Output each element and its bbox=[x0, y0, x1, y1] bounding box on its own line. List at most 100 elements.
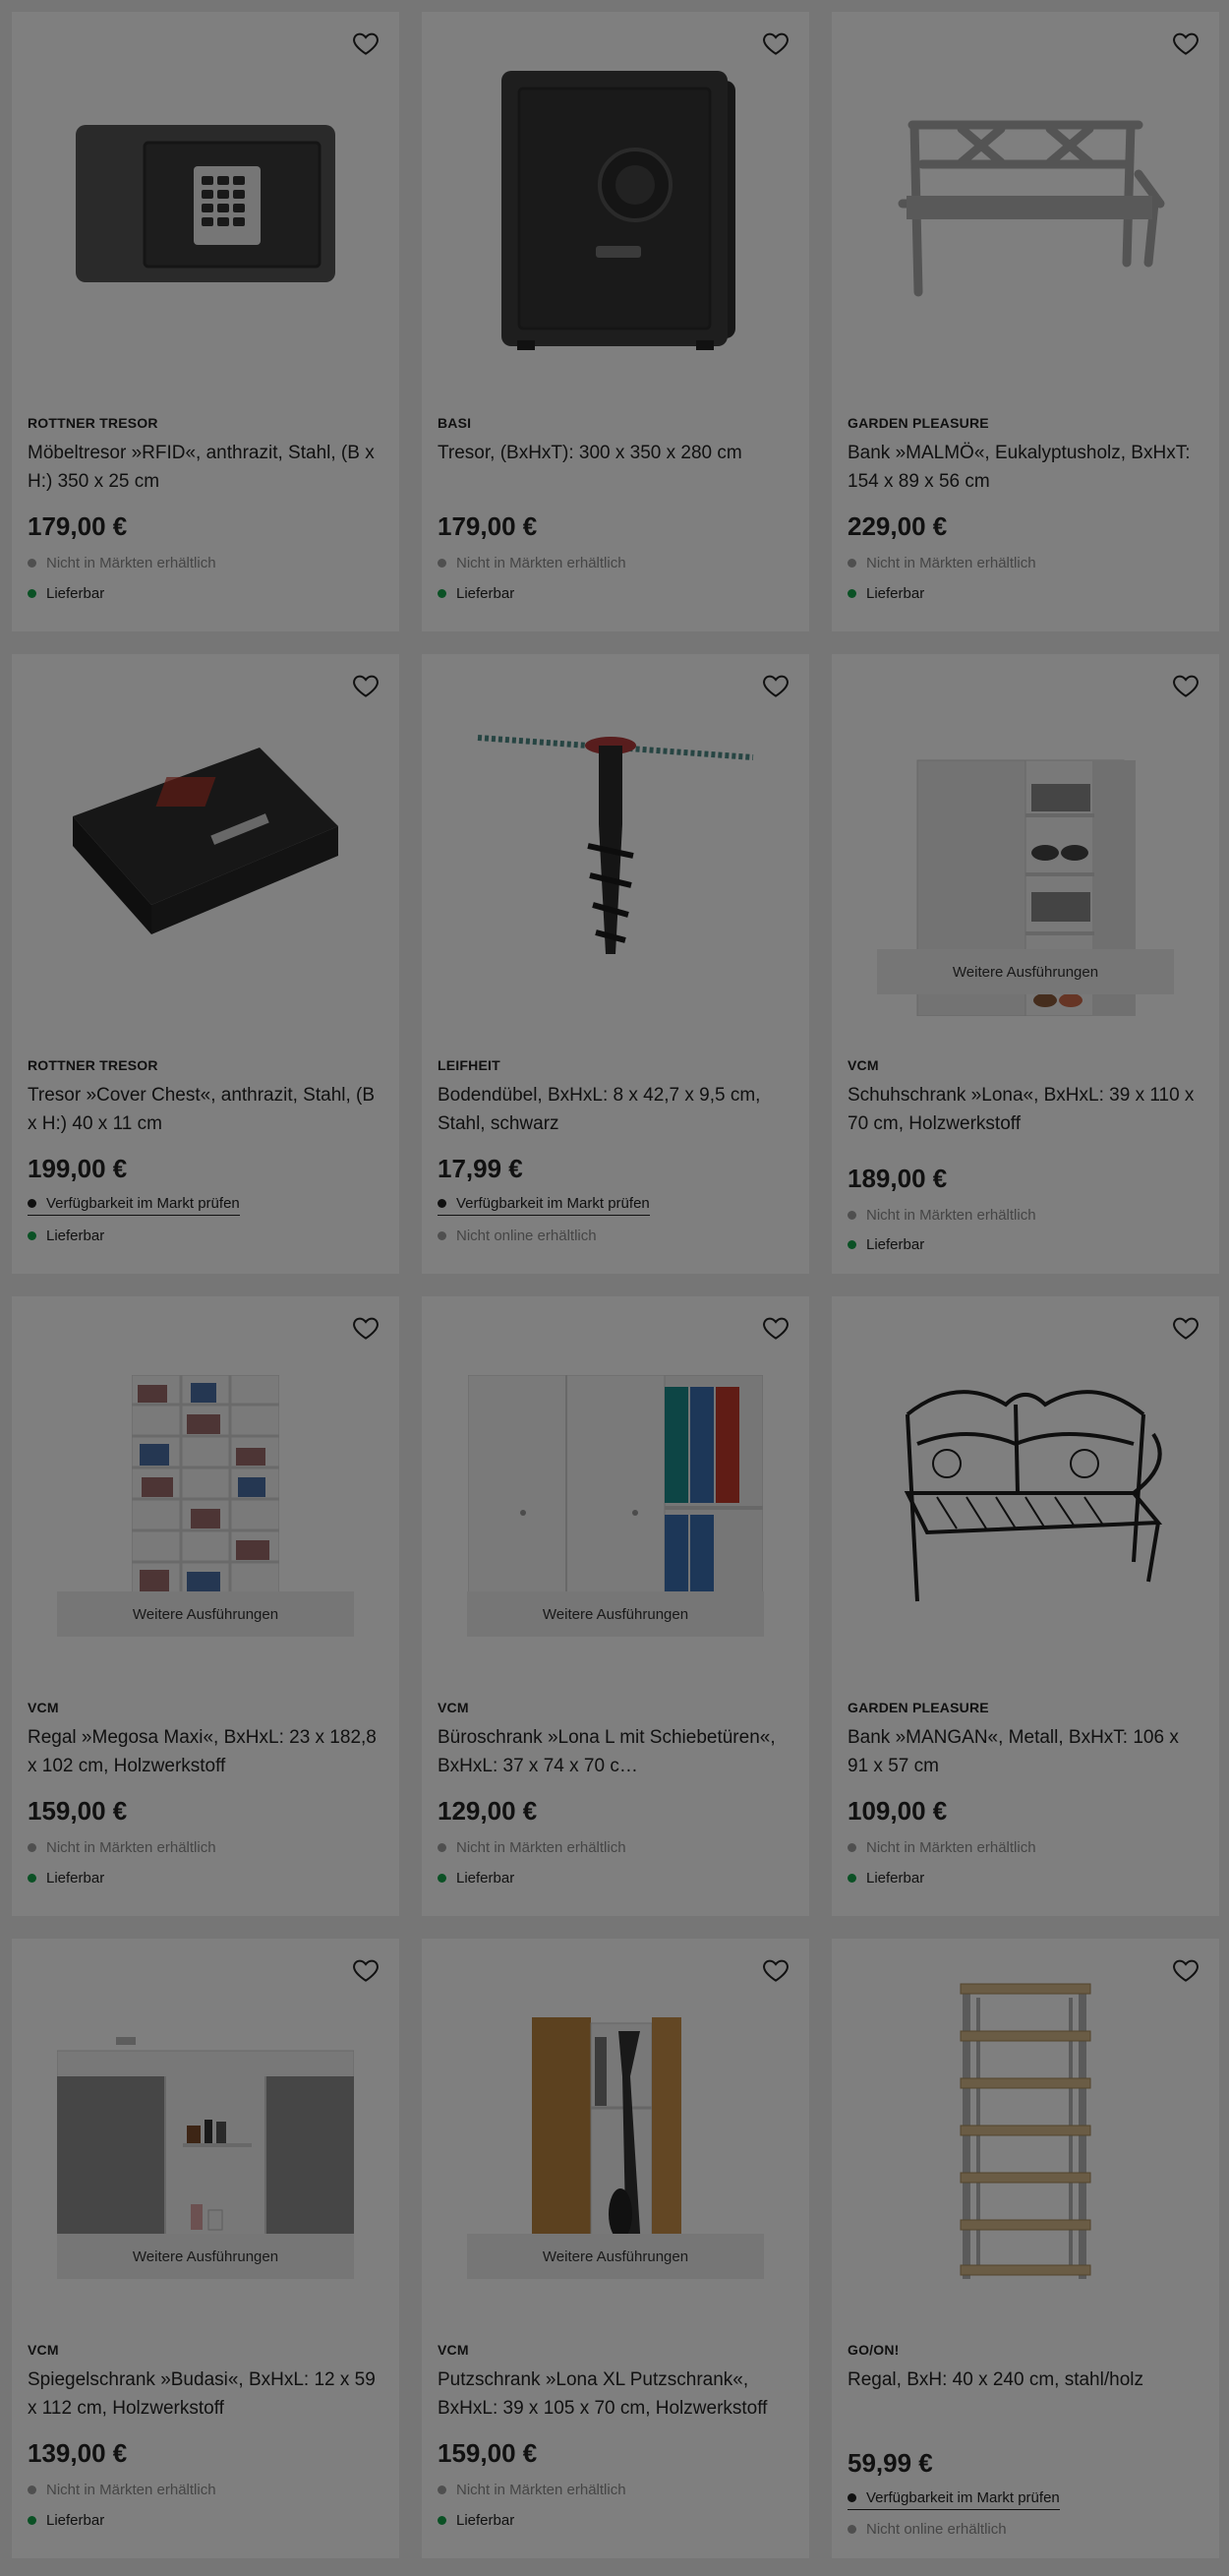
product-brand: VCM bbox=[28, 1700, 59, 1715]
product-name[interactable]: Putzschrank »Lona XL Putzschrank«, BxHxL… bbox=[438, 2366, 793, 2423]
product-card[interactable]: Weitere Ausführungen VCM Spiegelschrank … bbox=[12, 1939, 399, 2558]
store-availability: Nicht in Märkten erhältlich bbox=[848, 1839, 1036, 1856]
more-variants-button[interactable]: Weitere Ausführungen bbox=[57, 2234, 354, 2279]
delivery-availability-text: Lieferbar bbox=[46, 1228, 105, 1244]
product-image-safe-tall[interactable] bbox=[422, 12, 809, 395]
wishlist-heart-icon[interactable] bbox=[350, 1954, 381, 1986]
product-name[interactable]: Spiegelschrank »Budasi«, BxHxL: 12 x 59 … bbox=[28, 2366, 383, 2423]
status-dot bbox=[848, 589, 856, 598]
status-dot bbox=[28, 1199, 36, 1208]
status-dot bbox=[28, 1231, 36, 1240]
product-image-safe-chest[interactable] bbox=[12, 654, 399, 1038]
product-brand: BASI bbox=[438, 415, 472, 431]
wishlist-heart-icon[interactable] bbox=[760, 1312, 791, 1344]
product-name[interactable]: Regal, BxH: 40 x 240 cm, stahl/holz bbox=[848, 2366, 1203, 2394]
wishlist-heart-icon[interactable] bbox=[760, 670, 791, 701]
product-card[interactable]: BASI Tresor, (BxHxT): 300 x 350 x 280 cm… bbox=[422, 12, 809, 631]
product-card[interactable]: ROTTNER TRESOR Tresor »Cover Chest«, ant… bbox=[12, 654, 399, 1274]
product-price: 229,00 € bbox=[848, 511, 948, 541]
product-name[interactable]: Bodendübel, BxHxL: 8 x 42,7 x 9,5 cm, St… bbox=[438, 1081, 793, 1138]
product-card[interactable]: GARDEN PLEASURE Bank »MANGAN«, Metall, B… bbox=[832, 1296, 1219, 1916]
product-price: 109,00 € bbox=[848, 1796, 948, 1826]
wishlist-heart-icon[interactable] bbox=[760, 28, 791, 59]
delivery-availability: Lieferbar bbox=[438, 2512, 514, 2529]
product-name[interactable]: Tresor, (BxHxT): 300 x 350 x 280 cm bbox=[438, 439, 793, 467]
more-variants-button[interactable]: Weitere Ausführungen bbox=[467, 2234, 764, 2279]
wishlist-heart-icon[interactable] bbox=[350, 1312, 381, 1344]
status-dot bbox=[28, 2516, 36, 2525]
product-image-steel-shelf[interactable] bbox=[832, 1939, 1219, 2322]
product-card[interactable]: Weitere Ausführungen VCM Regal »Megosa M… bbox=[12, 1296, 399, 1916]
check-store-availability-link[interactable]: Verfügbarkeit im Markt prüfen bbox=[438, 1195, 650, 1216]
product-image-ground-anchor[interactable] bbox=[422, 654, 809, 1038]
product-card[interactable]: Weitere Ausführungen VCM Schuhschrank »L… bbox=[832, 654, 1219, 1274]
more-variants-button[interactable]: Weitere Ausführungen bbox=[467, 1591, 764, 1637]
product-brand: GARDEN PLEASURE bbox=[848, 415, 989, 431]
store-availability-text: Nicht in Märkten erhältlich bbox=[456, 2482, 626, 2498]
product-price: 159,00 € bbox=[438, 2438, 538, 2468]
wishlist-heart-icon[interactable] bbox=[1170, 28, 1201, 59]
delivery-availability-text: Lieferbar bbox=[866, 1236, 925, 1253]
wishlist-heart-icon[interactable] bbox=[350, 28, 381, 59]
product-brand: VCM bbox=[28, 2342, 59, 2358]
product-brand: VCM bbox=[438, 2342, 469, 2358]
wishlist-heart-icon[interactable] bbox=[760, 1954, 791, 1986]
delivery-availability: Lieferbar bbox=[438, 585, 514, 602]
product-info: VCM Putzschrank »Lona XL Putzschrank«, B… bbox=[438, 2342, 793, 2423]
store-availability: Nicht in Märkten erhältlich bbox=[438, 1839, 626, 1856]
delivery-availability-text: Lieferbar bbox=[456, 1870, 515, 1887]
more-variants-button[interactable]: Weitere Ausführungen bbox=[877, 949, 1174, 994]
status-dot bbox=[28, 559, 36, 568]
product-card[interactable]: Weitere Ausführungen VCM Putzschrank »Lo… bbox=[422, 1939, 809, 2558]
product-name[interactable]: Büroschrank »Lona L mit Schiebetüren«, B… bbox=[438, 1723, 793, 1780]
online-availability: Nicht online erhältlich bbox=[438, 1228, 597, 1244]
product-info: BASI Tresor, (BxHxT): 300 x 350 x 280 cm bbox=[438, 415, 793, 467]
product-name[interactable]: Möbeltresor »RFID«, anthrazit, Stahl, (B… bbox=[28, 439, 383, 496]
check-store-availability-link[interactable]: Verfügbarkeit im Markt prüfen bbox=[28, 1195, 240, 1216]
wishlist-heart-icon[interactable] bbox=[350, 670, 381, 701]
product-brand: LEIFHEIT bbox=[438, 1057, 500, 1073]
product-name[interactable]: Regal »Megosa Maxi«, BxHxL: 23 x 182,8 x… bbox=[28, 1723, 383, 1780]
status-dot bbox=[438, 1231, 446, 1240]
wishlist-heart-icon[interactable] bbox=[1170, 1954, 1201, 1986]
delivery-availability-text: Lieferbar bbox=[46, 585, 105, 602]
status-dot bbox=[438, 559, 446, 568]
product-card[interactable]: ROTTNER TRESOR Möbeltresor »RFID«, anthr… bbox=[12, 12, 399, 631]
store-availability: Nicht in Märkten erhältlich bbox=[438, 555, 626, 571]
product-name[interactable]: Tresor »Cover Chest«, anthrazit, Stahl, … bbox=[28, 1081, 383, 1138]
status-dot bbox=[848, 1240, 856, 1249]
product-image-safe-keypad[interactable] bbox=[12, 12, 399, 395]
store-availability: Nicht in Märkten erhältlich bbox=[848, 1207, 1036, 1224]
product-price: 139,00 € bbox=[28, 2438, 128, 2468]
delivery-availability-text: Lieferbar bbox=[866, 585, 925, 602]
product-card[interactable]: GO/ON! Regal, BxH: 40 x 240 cm, stahl/ho… bbox=[832, 1939, 1219, 2558]
status-dot bbox=[438, 1843, 446, 1852]
product-info: VCM Schuhschrank »Lona«, BxHxL: 39 x 110… bbox=[848, 1057, 1203, 1138]
store-availability: Nicht in Märkten erhältlich bbox=[28, 555, 216, 571]
delivery-availability: Lieferbar bbox=[848, 1870, 924, 1887]
product-image-bench-wood[interactable] bbox=[832, 12, 1219, 395]
delivery-availability-text: Lieferbar bbox=[866, 1870, 925, 1887]
status-dot bbox=[28, 2486, 36, 2494]
product-image-bench-metal[interactable] bbox=[832, 1296, 1219, 1680]
product-name[interactable]: Schuhschrank »Lona«, BxHxL: 39 x 110 x 7… bbox=[848, 1081, 1203, 1138]
online-availability-text: Nicht online erhältlich bbox=[456, 1228, 597, 1244]
wishlist-heart-icon[interactable] bbox=[1170, 670, 1201, 701]
product-info: VCM Büroschrank »Lona L mit Schiebetüren… bbox=[438, 1700, 793, 1780]
status-dot bbox=[848, 1843, 856, 1852]
product-card[interactable]: Weitere Ausführungen VCM Büroschrank »Lo… bbox=[422, 1296, 809, 1916]
product-name[interactable]: Bank »MALMÖ«, Eukalyptusholz, BxHxT: 154… bbox=[848, 439, 1203, 496]
product-card[interactable]: LEIFHEIT Bodendübel, BxHxL: 8 x 42,7 x 9… bbox=[422, 654, 809, 1274]
store-availability-text: Nicht in Märkten erhältlich bbox=[866, 1207, 1036, 1224]
product-brand: ROTTNER TRESOR bbox=[28, 1057, 158, 1073]
status-dot bbox=[848, 559, 856, 568]
product-card[interactable]: GARDEN PLEASURE Bank »MALMÖ«, Eukalyptus… bbox=[832, 12, 1219, 631]
status-dot bbox=[848, 2493, 856, 2502]
store-availability-text: Nicht in Märkten erhältlich bbox=[866, 555, 1036, 571]
store-availability-text: Nicht in Märkten erhältlich bbox=[456, 555, 626, 571]
wishlist-heart-icon[interactable] bbox=[1170, 1312, 1201, 1344]
product-name[interactable]: Bank »MANGAN«, Metall, BxHxT: 106 x 91 x… bbox=[848, 1723, 1203, 1780]
more-variants-button[interactable]: Weitere Ausführungen bbox=[57, 1591, 354, 1637]
product-price: 189,00 € bbox=[848, 1164, 948, 1193]
check-store-availability-link[interactable]: Verfügbarkeit im Markt prüfen bbox=[848, 2489, 1060, 2510]
